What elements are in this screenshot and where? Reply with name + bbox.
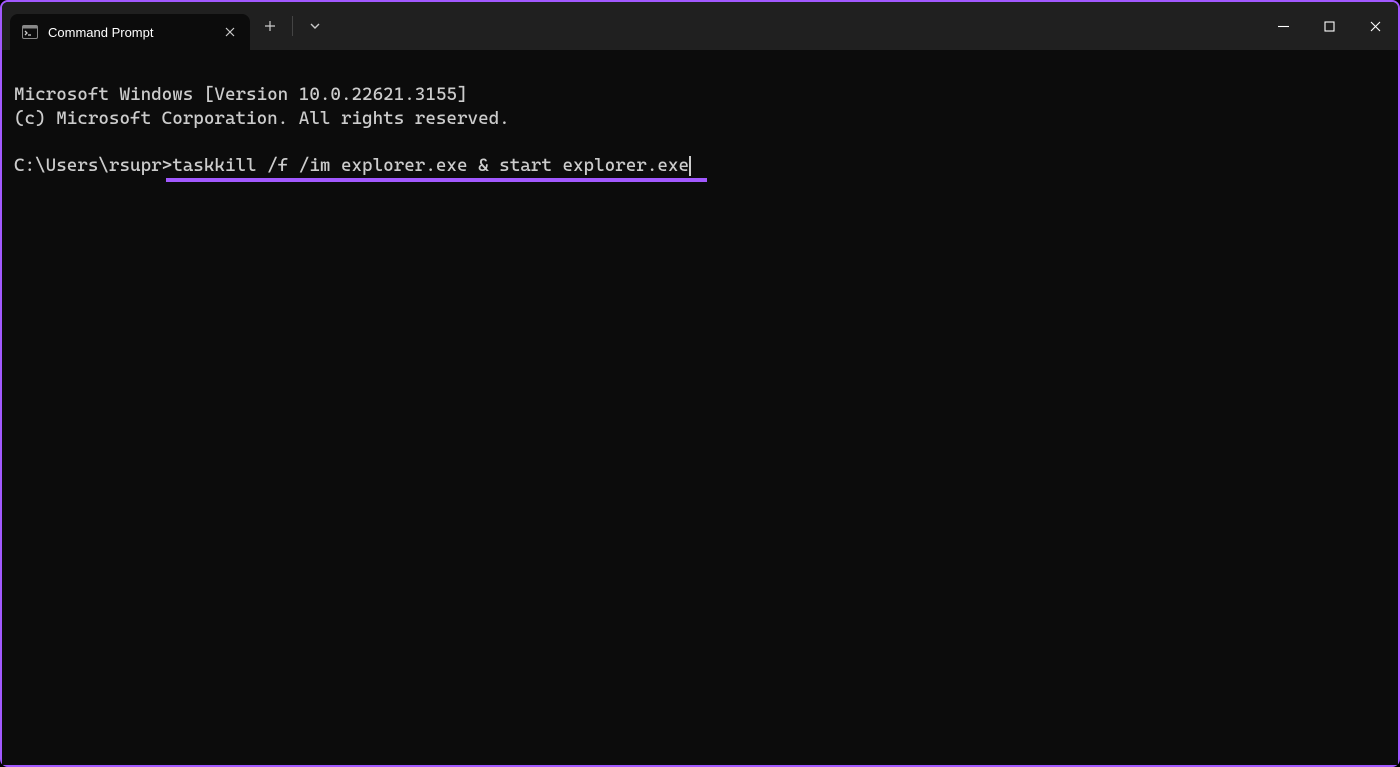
minimize-button[interactable] bbox=[1260, 2, 1306, 50]
cmd-icon bbox=[22, 24, 38, 40]
terminal-output[interactable]: Microsoft Windows [Version 10.0.22621.31… bbox=[2, 50, 1398, 765]
tab-strip: Command Prompt bbox=[2, 2, 250, 50]
window-controls bbox=[1260, 2, 1398, 50]
divider bbox=[292, 16, 293, 36]
tab-dropdown-button[interactable] bbox=[295, 2, 335, 50]
tab-close-button[interactable] bbox=[220, 22, 240, 42]
text-cursor bbox=[689, 156, 691, 176]
copyright-line: (c) Microsoft Corporation. All rights re… bbox=[14, 108, 510, 129]
close-button[interactable] bbox=[1352, 2, 1398, 50]
maximize-button[interactable] bbox=[1306, 2, 1352, 50]
typed-command: taskkill /f /im explorer.exe & start exp… bbox=[172, 155, 689, 176]
new-tab-button[interactable] bbox=[250, 2, 290, 50]
tab-command-prompt[interactable]: Command Prompt bbox=[10, 14, 250, 50]
prompt-path: C:\Users\rsupr> bbox=[14, 155, 172, 176]
prompt-line: C:\Users\rsupr>taskkill /f /im explorer.… bbox=[14, 155, 691, 176]
titlebar-drag-region[interactable] bbox=[335, 2, 1260, 50]
tab-title: Command Prompt bbox=[48, 25, 210, 40]
titlebar: Command Prompt bbox=[2, 2, 1398, 50]
command-highlight-underline bbox=[166, 178, 707, 182]
version-line: Microsoft Windows [Version 10.0.22621.31… bbox=[14, 84, 468, 105]
